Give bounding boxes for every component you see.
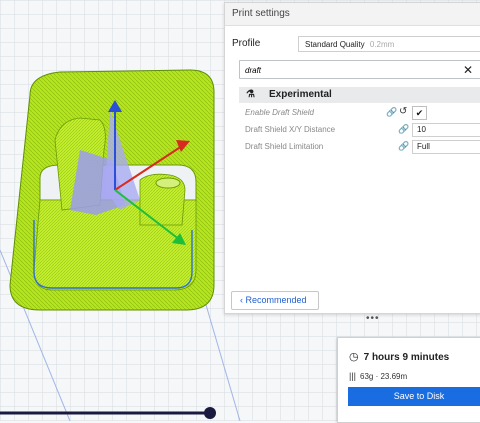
settings-search: ✕ xyxy=(239,60,480,80)
print-settings-panel: Print settings Profile Standard Quality … xyxy=(224,2,480,314)
profile-layer-height: 0.2mm xyxy=(369,40,395,49)
setting-draft-shield-limitation: Draft Shield Limitation 🔗 Full xyxy=(245,140,480,154)
save-to-disk-button[interactable]: Save to Disk xyxy=(348,387,480,406)
enable-draft-shield-checkbox[interactable]: ✔ xyxy=(412,106,427,120)
panel-title: Print settings xyxy=(225,3,480,26)
flask-icon: ⚗ xyxy=(246,89,255,100)
search-input[interactable] xyxy=(240,61,457,80)
reset-icon[interactable]: ↺ xyxy=(399,106,407,117)
category-label: Experimental xyxy=(269,89,332,100)
print-time-row: ◷ 7 hours 9 minutes xyxy=(349,350,449,363)
category-header[interactable]: ⚗ Experimental xyxy=(239,87,480,103)
profile-row: Profile Standard Quality 0.2mm ▾ xyxy=(232,36,480,54)
recommended-label: Recommended xyxy=(245,295,307,305)
setting-draft-shield-distance: Draft Shield X/Y Distance 🔗 10 xyxy=(245,123,480,137)
setting-label: Draft Shield X/Y Distance xyxy=(245,125,336,134)
draft-shield-distance-field[interactable]: 10 xyxy=(412,123,480,137)
close-icon[interactable]: ✕ xyxy=(463,62,473,78)
link-icon: 🔗 xyxy=(398,124,410,134)
profile-label: Profile xyxy=(232,38,261,49)
print-time: 7 hours 9 minutes xyxy=(363,352,450,363)
profile-value: Standard Quality xyxy=(305,40,365,49)
draft-shield-limitation-select[interactable]: Full xyxy=(412,140,480,154)
setting-label: Draft Shield Limitation xyxy=(245,142,324,151)
setting-enable-draft-shield: Enable Draft Shield 🔗 ↺ ✔ xyxy=(245,106,480,120)
print-estimate-card: ◷ 7 hours 9 minutes ||| 63g · 23.69m Save … xyxy=(337,337,480,423)
clock-icon: ◷ xyxy=(349,351,359,363)
chevron-left-icon: ‹ xyxy=(240,295,243,305)
link-icon: 🔗 xyxy=(398,141,410,151)
profile-select[interactable]: Standard Quality 0.2mm ▾ xyxy=(298,36,480,52)
layer-slider-handle[interactable] xyxy=(204,407,216,419)
setting-label: Enable Draft Shield xyxy=(245,108,314,117)
material-usage: 63g · 23.69m xyxy=(360,372,408,381)
link-icon: 🔗 xyxy=(386,107,398,117)
spool-icon: ||| xyxy=(349,371,357,381)
panel-resize-handle[interactable]: ••• xyxy=(366,313,380,324)
material-row: ||| 63g · 23.69m xyxy=(349,371,407,381)
check-icon: ✔ xyxy=(415,108,424,118)
model-hole xyxy=(155,177,181,189)
recommended-button[interactable]: ‹ Recommended xyxy=(231,291,319,310)
